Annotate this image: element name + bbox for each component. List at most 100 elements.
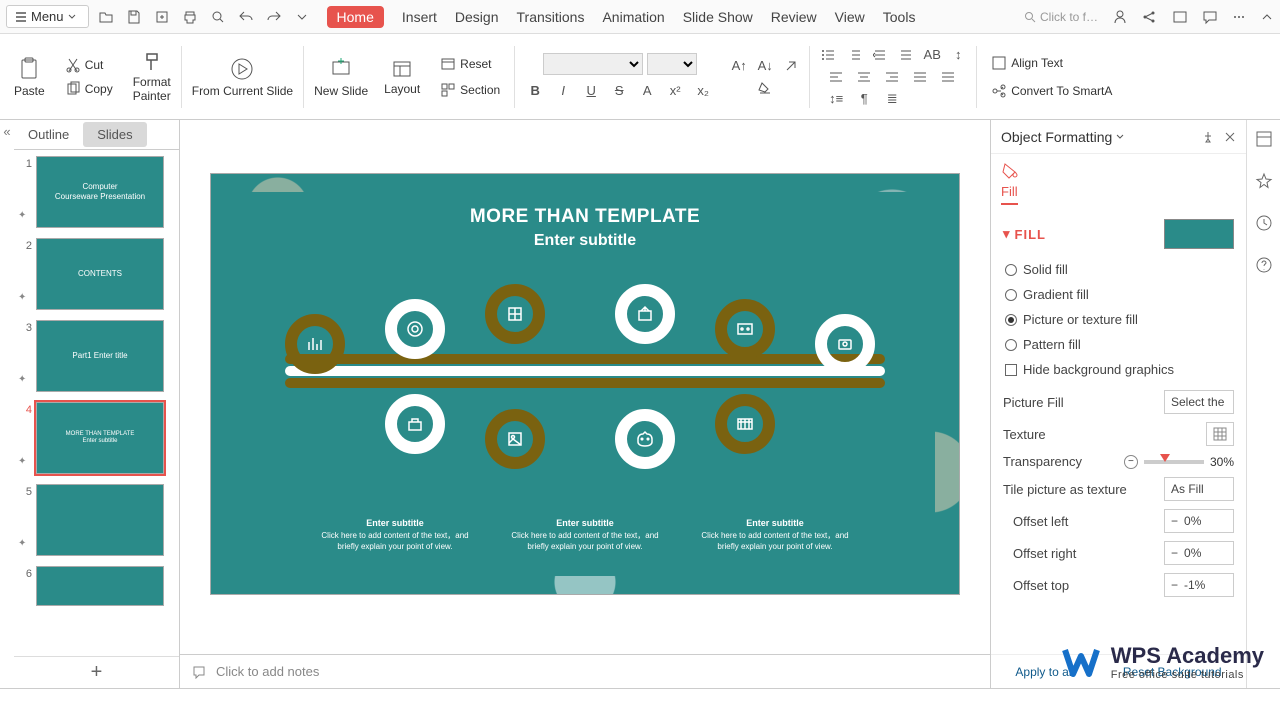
offset-left-input[interactable]: −0% — [1164, 509, 1234, 533]
superscript-icon[interactable]: x² — [667, 83, 683, 99]
fill-tab[interactable]: Fill — [1001, 184, 1018, 205]
line-spacing-icon[interactable]: ↕≡ — [828, 91, 844, 107]
paste-button[interactable]: Paste — [14, 56, 45, 98]
export-icon[interactable] — [153, 8, 171, 26]
reset-button[interactable]: Reset — [436, 54, 495, 74]
tab-view[interactable]: View — [835, 9, 865, 25]
undo-icon[interactable] — [237, 8, 255, 26]
copy-button[interactable]: Copy — [61, 79, 117, 99]
share-icon[interactable] — [1142, 9, 1158, 25]
subscript-icon[interactable]: x₂ — [695, 83, 711, 99]
numbering-icon[interactable] — [846, 47, 862, 63]
rail-format-icon[interactable] — [1255, 130, 1273, 148]
tab-transitions[interactable]: Transitions — [517, 9, 585, 25]
text-direction-icon[interactable]: AB — [924, 47, 940, 63]
preview-icon[interactable] — [209, 8, 227, 26]
underline-icon[interactable]: U — [583, 83, 599, 99]
comment-icon[interactable] — [1202, 9, 1218, 25]
align-text-button[interactable]: Align Text — [987, 53, 1067, 73]
slide-thumb-2[interactable]: CONTENTS — [36, 238, 164, 310]
align-right-icon[interactable] — [884, 69, 900, 85]
font-color-icon[interactable]: A — [639, 83, 655, 99]
menu-button[interactable]: Menu — [6, 5, 89, 28]
print-icon[interactable] — [181, 8, 199, 26]
columns-icon[interactable]: ≣ — [884, 91, 900, 107]
more-icon[interactable] — [1232, 10, 1246, 24]
fill-preview — [1164, 219, 1234, 249]
decrease-indent-icon[interactable] — [872, 47, 888, 63]
offset-top-input[interactable]: −-1% — [1164, 573, 1234, 597]
search-box[interactable]: Click to f… — [1024, 10, 1098, 24]
tab-outline[interactable]: Outline — [14, 122, 83, 147]
close-panel-icon[interactable] — [1224, 131, 1236, 143]
align-left-icon[interactable] — [828, 69, 844, 85]
transparency-minus[interactable]: − — [1124, 455, 1138, 469]
tab-slides[interactable]: Slides — [83, 122, 146, 147]
format-painter-button[interactable]: Format Painter — [133, 51, 171, 103]
tab-design[interactable]: Design — [455, 9, 499, 25]
increase-indent-icon[interactable] — [898, 47, 914, 63]
transparency-slider[interactable] — [1144, 460, 1204, 464]
clear-format-icon[interactable] — [783, 58, 799, 74]
pin-icon[interactable] — [1202, 131, 1214, 143]
tab-review[interactable]: Review — [771, 9, 817, 25]
slide-thumb-3[interactable]: Part1 Enter title — [36, 320, 164, 392]
slide-thumb-4[interactable]: MORE THAN TEMPLATE Enter subtitle — [36, 402, 164, 474]
save-icon[interactable] — [125, 8, 143, 26]
grow-font-icon[interactable]: A↑ — [731, 58, 747, 74]
tile-select[interactable]: As Fill — [1164, 477, 1234, 501]
slide-thumb-5[interactable] — [36, 484, 164, 556]
rail-effects-icon[interactable] — [1255, 172, 1273, 190]
font-family-select[interactable] — [543, 53, 643, 75]
thumbnail-list: 1✦Computer Courseware Presentation 2✦CON… — [14, 150, 179, 656]
slide-canvas[interactable]: MORE THAN TEMPLATE Enter subtitle — [211, 174, 959, 594]
shrink-font-icon[interactable]: A↓ — [757, 58, 773, 74]
rail-history-icon[interactable] — [1255, 214, 1273, 232]
cut-button[interactable]: Cut — [61, 55, 108, 75]
new-slide-button[interactable]: New Slide — [314, 56, 368, 98]
convert-smartart-button[interactable]: Convert To SmartA — [987, 81, 1116, 101]
bold-icon[interactable]: B — [527, 83, 543, 99]
slide-thumb-1[interactable]: Computer Courseware Presentation — [36, 156, 164, 228]
layout-button[interactable]: Layout — [384, 58, 420, 96]
window-icon[interactable] — [1172, 9, 1188, 25]
picture-fill-option[interactable]: Picture or texture fill — [1003, 307, 1234, 332]
open-icon[interactable] — [97, 8, 115, 26]
section-button[interactable]: Section — [436, 80, 504, 100]
font-size-select[interactable] — [647, 53, 697, 75]
collapse-section-icon[interactable]: ▾ — [1003, 226, 1011, 242]
add-slide-button[interactable]: + — [14, 656, 179, 688]
tab-insert[interactable]: Insert — [402, 9, 437, 25]
hide-bg-graphics-option[interactable]: Hide background graphics — [1003, 357, 1234, 382]
collapse-panel-icon[interactable]: « — [0, 120, 14, 688]
tab-slideshow[interactable]: Slide Show — [683, 9, 753, 25]
rail-help-icon[interactable] — [1255, 256, 1273, 274]
collapse-ribbon-icon[interactable] — [1260, 10, 1274, 24]
texture-select[interactable] — [1206, 422, 1234, 446]
align-center-icon[interactable] — [856, 69, 872, 85]
tab-animation[interactable]: Animation — [602, 9, 664, 25]
notes-placeholder[interactable]: Click to add notes — [216, 664, 319, 679]
pattern-fill-option[interactable]: Pattern fill — [1003, 332, 1234, 357]
tab-home[interactable]: Home — [327, 6, 384, 28]
redo-icon[interactable] — [265, 8, 283, 26]
from-current-slide-button[interactable]: From Current Slide — [192, 56, 293, 98]
para-spacing-icon[interactable]: ¶ — [856, 91, 872, 107]
italic-icon[interactable]: I — [555, 83, 571, 99]
slide-thumb-6[interactable] — [36, 566, 164, 606]
solid-fill-option[interactable]: Solid fill — [1003, 257, 1234, 282]
align-justify-icon[interactable] — [912, 69, 928, 85]
tab-tools[interactable]: Tools — [883, 9, 916, 25]
gradient-fill-option[interactable]: Gradient fill — [1003, 282, 1234, 307]
align-distribute-icon[interactable] — [940, 69, 956, 85]
strike-icon[interactable]: S — [611, 83, 627, 99]
reset-background-button[interactable]: Reset Background — [1123, 665, 1222, 679]
highlight-icon[interactable] — [757, 80, 773, 96]
picture-fill-select[interactable]: Select the — [1164, 390, 1234, 414]
qat-more-icon[interactable] — [293, 8, 311, 26]
bullets-icon[interactable] — [820, 47, 836, 63]
apply-to-all-button[interactable]: Apply to all — [1015, 665, 1074, 679]
sort-icon[interactable]: ↕ — [950, 47, 966, 63]
offset-right-input[interactable]: −0% — [1164, 541, 1234, 565]
user-icon[interactable] — [1112, 9, 1128, 25]
